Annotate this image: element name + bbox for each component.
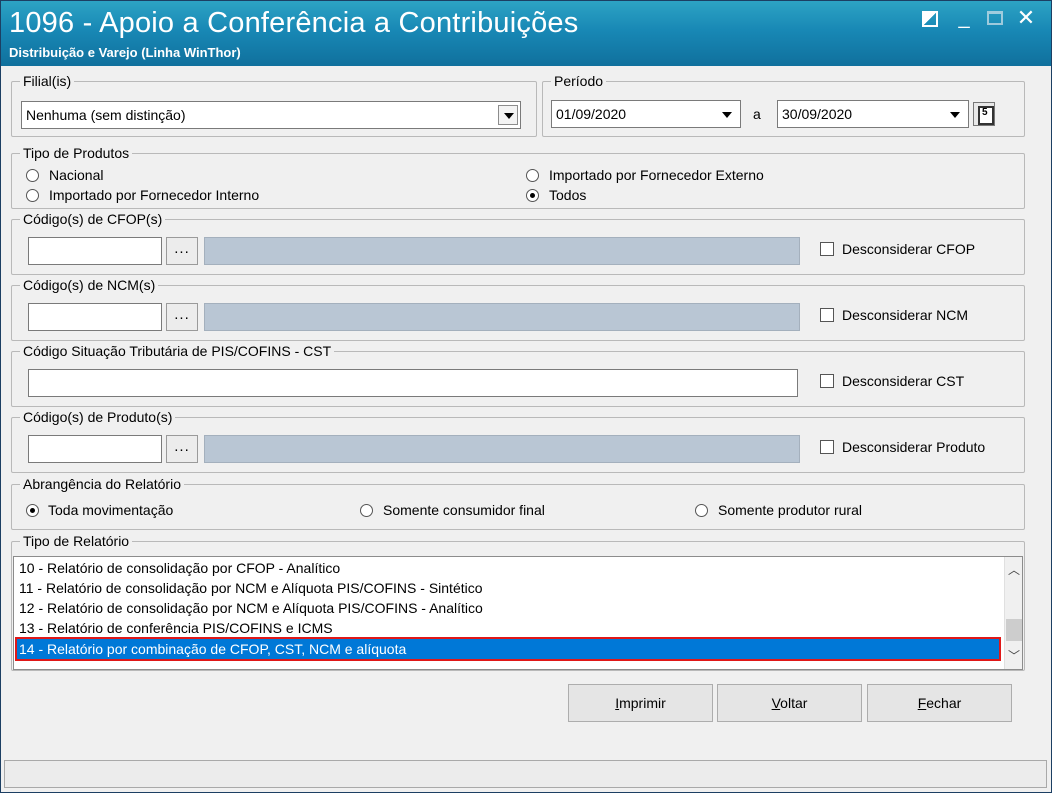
produto-search-button[interactable]: ... <box>166 435 198 463</box>
chevron-down-icon[interactable] <box>948 104 964 124</box>
radio-produtor-rural-label: Somente produtor rural <box>718 502 862 518</box>
list-item[interactable]: 13 - Relatório de conferência PIS/COFINS… <box>17 618 1003 638</box>
radio-importado-interno-label: Importado por Fornecedor Interno <box>49 187 260 203</box>
window-title: 1096 - Apoio a Conferência a Contribuiçõ… <box>9 7 579 39</box>
desconsiderar-ncm-label: Desconsiderar NCM <box>842 307 969 323</box>
end-date-value: 30/09/2020 <box>782 106 853 122</box>
window-subtitle: Distribuição e Varejo (Linha WinThor) <box>9 45 241 60</box>
cst-label: Código Situação Tributária de PIS/COFINS… <box>20 342 335 360</box>
voltar-accesskey: V <box>771 695 781 711</box>
start-date-value: 01/09/2020 <box>556 106 627 122</box>
imprimir-label: mprimir <box>619 695 666 711</box>
desconsiderar-cfop-checkbox[interactable] <box>820 242 834 256</box>
produto-label: Código(s) de Produto(s) <box>20 408 176 426</box>
radio-consumidor-final-label: Somente consumidor final <box>383 502 545 518</box>
start-date-field[interactable]: 01/09/2020 <box>551 100 741 128</box>
tipo-relatorio-label: Tipo de Relatório <box>20 532 133 550</box>
abrangencia-group: Abrangência do Relatório Toda movimentaç… <box>11 475 1025 530</box>
fechar-label: echar <box>926 695 962 711</box>
produto-group: Código(s) de Produto(s) ... Desconsidera… <box>11 408 1025 473</box>
radio-importado-interno[interactable] <box>26 189 39 202</box>
calendar-icon[interactable] <box>973 102 995 126</box>
voltar-button[interactable]: Voltar <box>717 684 862 722</box>
radio-nacional[interactable] <box>26 169 39 182</box>
ncm-group: Código(s) de NCM(s) ... Desconsiderar NC… <box>11 276 1025 341</box>
list-item[interactable]: 11 - Relatório de consolidação por NCM e… <box>17 578 1003 598</box>
end-date-field[interactable]: 30/09/2020 <box>777 100 969 128</box>
desconsiderar-cst-label: Desconsiderar CST <box>842 373 965 389</box>
ncm-description <box>204 303 800 331</box>
desconsiderar-cfop-label: Desconsiderar CFOP <box>842 241 976 257</box>
produto-description <box>204 435 800 463</box>
tipo-produtos-label: Tipo de Produtos <box>20 144 133 162</box>
maximize-icon[interactable] <box>987 11 1003 25</box>
cfop-search-button[interactable]: ... <box>166 237 198 265</box>
filial-value: Nenhuma (sem distinção) <box>26 107 186 123</box>
filial-select[interactable]: Nenhuma (sem distinção) <box>21 101 521 129</box>
list-item[interactable]: 10 - Relatório de consolidação por CFOP … <box>17 558 1003 578</box>
periodo-group: Período 01/09/2020 a 30/09/2020 <box>542 72 1025 137</box>
radio-toda-movimentacao[interactable] <box>26 504 39 517</box>
chevron-down-icon[interactable] <box>720 104 736 124</box>
restore-icon[interactable] <box>922 11 938 27</box>
app-window: 1096 - Apoio a Conferência a Contribuiçõ… <box>0 0 1052 793</box>
title-bar[interactable]: 1096 - Apoio a Conferência a Contribuiçõ… <box>1 1 1051 66</box>
ncm-input[interactable] <box>28 303 162 331</box>
cfop-input[interactable] <box>28 237 162 265</box>
radio-todos-label: Todos <box>549 187 587 203</box>
report-type-list[interactable]: 10 - Relatório de consolidação por CFOP … <box>13 556 1023 670</box>
cst-input[interactable] <box>28 369 798 397</box>
produto-input[interactable] <box>28 435 162 463</box>
minimize-icon[interactable]: _ <box>953 7 975 29</box>
fechar-button[interactable]: Fechar <box>867 684 1012 722</box>
radio-importado-externo[interactable] <box>526 169 539 182</box>
radio-toda-movimentacao-label: Toda movimentação <box>48 502 174 518</box>
form-body: Filial(is) Nenhuma (sem distinção) Perío… <box>4 67 1050 757</box>
cfop-description <box>204 237 800 265</box>
desconsiderar-ncm-checkbox[interactable] <box>820 308 834 322</box>
filial-label: Filial(is) <box>20 72 75 90</box>
chevron-down-icon[interactable] <box>498 105 518 125</box>
ncm-search-button[interactable]: ... <box>166 303 198 331</box>
periodo-label: Período <box>551 72 607 90</box>
fechar-accesskey: F <box>917 695 927 711</box>
desconsiderar-produto-label: Desconsiderar Produto <box>842 439 986 455</box>
ncm-label: Código(s) de NCM(s) <box>20 276 159 294</box>
scroll-up-icon[interactable]: ︿ <box>1008 564 1020 576</box>
abrangencia-label: Abrangência do Relatório <box>20 475 184 493</box>
voltar-label: oltar <box>780 695 808 711</box>
scroll-thumb[interactable] <box>1006 619 1022 641</box>
cfop-group: Código(s) de CFOP(s) ... Desconsiderar C… <box>11 210 1025 275</box>
list-item[interactable]: 12 - Relatório de consolidação por NCM e… <box>17 598 1003 618</box>
desconsiderar-cst-checkbox[interactable] <box>820 374 834 388</box>
radio-importado-externo-label: Importado por Fornecedor Externo <box>549 167 764 183</box>
desconsiderar-produto-checkbox[interactable] <box>820 440 834 454</box>
close-icon[interactable]: ✕ <box>1015 7 1037 29</box>
scroll-down-icon[interactable]: ﹀ <box>1008 650 1020 662</box>
status-bar <box>4 760 1047 788</box>
list-item-selected[interactable]: 14 - Relatório por combinação de CFOP, C… <box>15 637 1001 661</box>
tipo-produtos-group: Tipo de Produtos Nacional Importado por … <box>11 144 1025 209</box>
radio-nacional-label: Nacional <box>49 167 104 183</box>
radio-produtor-rural[interactable] <box>695 504 708 517</box>
tipo-relatorio-group: Tipo de Relatório 10 - Relatório de cons… <box>11 532 1025 671</box>
list-scrollbar[interactable]: ︿ ﹀ <box>1004 557 1022 669</box>
imprimir-button[interactable]: Imprimir <box>568 684 713 722</box>
cfop-label: Código(s) de CFOP(s) <box>20 210 166 228</box>
radio-todos[interactable] <box>526 189 539 202</box>
cst-group: Código Situação Tributária de PIS/COFINS… <box>11 342 1025 407</box>
filial-group: Filial(is) Nenhuma (sem distinção) <box>11 72 537 137</box>
periodo-separator: a <box>753 106 761 122</box>
radio-consumidor-final[interactable] <box>360 504 373 517</box>
